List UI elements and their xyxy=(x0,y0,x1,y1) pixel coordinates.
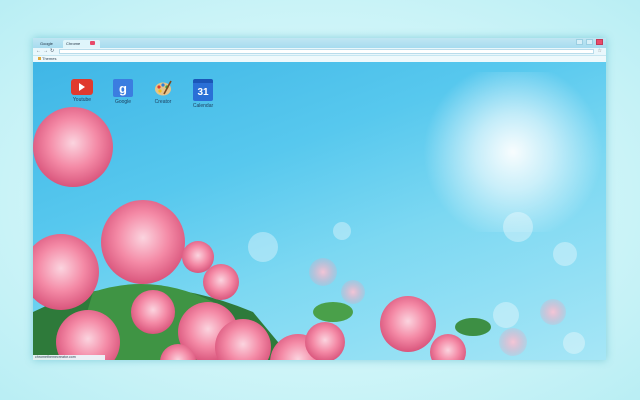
new-tab-page: Youtube g Google Creator 31 Calendar chr… xyxy=(33,62,606,360)
status-text: chromethemecreator.com xyxy=(35,355,76,359)
roses-wallpaper xyxy=(33,107,566,360)
minimize-button[interactable] xyxy=(576,39,583,45)
forward-icon[interactable]: → xyxy=(43,48,48,55)
back-icon[interactable]: ← xyxy=(36,48,41,55)
tab-close-icon[interactable] xyxy=(90,41,95,45)
bookmark-label: Themes xyxy=(42,56,57,61)
reload-icon[interactable]: ↻ xyxy=(50,48,54,55)
toolbar: ← → ↻ ☆ xyxy=(33,48,606,56)
window-controls xyxy=(576,39,603,45)
folder-icon xyxy=(38,57,41,61)
bookmark-star-icon[interactable]: ☆ xyxy=(598,48,602,55)
tab-label: Google xyxy=(40,41,53,46)
browser-window: Google Chrome ← → ↻ ☆ Themes Youtube g G… xyxy=(33,38,606,360)
address-bar[interactable] xyxy=(59,49,594,54)
status-bar: chromethemecreator.com xyxy=(33,355,105,360)
title-bar: Google Chrome xyxy=(33,38,606,48)
close-window-button[interactable] xyxy=(596,39,603,45)
tab-google[interactable]: Google xyxy=(37,40,62,48)
tab-label: Chrome xyxy=(66,41,81,46)
maximize-button[interactable] xyxy=(586,39,593,45)
